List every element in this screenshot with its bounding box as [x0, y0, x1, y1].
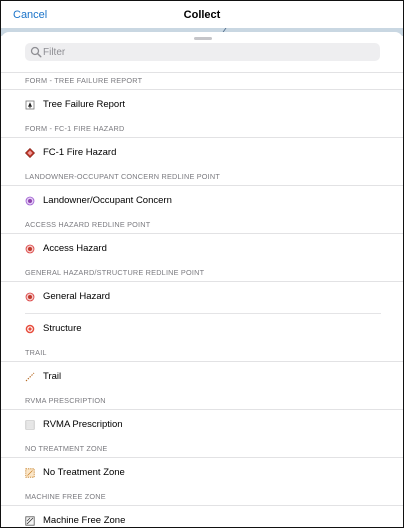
- item-label: Tree Failure Report: [43, 99, 126, 110]
- list-item-trail[interactable]: Trail: [25, 362, 381, 393]
- sheet-grabber-handle[interactable]: [194, 37, 212, 40]
- section-header: TRAIL: [1, 345, 403, 362]
- item-label: RVMA Prescription: [43, 419, 123, 430]
- list-item-tree-failure-report[interactable]: Tree Failure Report: [25, 90, 381, 121]
- feature-sheet: FORM - TREE FAILURE REPORT Tree Failure …: [1, 32, 403, 527]
- page-title: Collect: [183, 9, 221, 21]
- item-label: FC-1 Fire Hazard: [43, 147, 117, 158]
- list-item-machine-free-zone[interactable]: Machine Free Zone: [25, 506, 381, 527]
- list-item-rvma-prescription[interactable]: RVMA Prescription: [25, 410, 381, 441]
- list-item-general-hazard[interactable]: General Hazard: [25, 282, 381, 314]
- list-item-landowner-occupant-concern[interactable]: Landowner/Occupant Concern: [25, 186, 381, 217]
- dashed-polygon-icon: [25, 468, 35, 478]
- feature-template-list: FORM - TREE FAILURE REPORT Tree Failure …: [1, 72, 403, 527]
- item-label: Trail: [43, 371, 62, 382]
- item-label: Structure: [43, 323, 82, 334]
- list-item-fc1-fire-hazard[interactable]: FC-1 Fire Hazard: [25, 138, 381, 169]
- section-header: MACHINE FREE ZONE: [1, 489, 403, 506]
- item-label: No Treatment Zone: [43, 467, 125, 478]
- section-header: FORM - FC-1 FIRE HAZARD: [1, 121, 403, 138]
- search-field[interactable]: [25, 43, 380, 61]
- section-header: ACCESS HAZARD REDLINE POINT: [1, 217, 403, 234]
- section-header: RVMA PRESCRIPTION: [1, 393, 403, 410]
- purple-point-icon: [25, 196, 35, 206]
- list-item-structure[interactable]: Structure: [25, 314, 381, 345]
- red-point-icon: [25, 244, 35, 254]
- hatched-polygon-icon: [25, 420, 35, 430]
- item-label: Machine Free Zone: [43, 515, 126, 526]
- diagonal-polygon-icon: [25, 516, 35, 526]
- tree-failure-report-icon: [25, 100, 35, 110]
- nav-bar: Cancel Collect: [1, 1, 403, 31]
- item-label: Access Hazard: [43, 243, 107, 254]
- section-header: FORM - TREE FAILURE REPORT: [1, 72, 403, 90]
- list-item-no-treatment-zone[interactable]: No Treatment Zone: [25, 458, 381, 489]
- section-header: GENERAL HAZARD/STRUCTURE REDLINE POINT: [1, 265, 403, 282]
- section-header: LANDOWNER-OCCUPANT CONCERN REDLINE POINT: [1, 169, 403, 186]
- item-label: General Hazard: [43, 291, 111, 302]
- list-item-access-hazard[interactable]: Access Hazard: [25, 234, 381, 265]
- red-point-icon: [25, 292, 35, 302]
- search-icon: [30, 46, 42, 58]
- collect-panel: Cancel Collect FORM - TREE FAILURE REPOR…: [0, 0, 404, 528]
- item-label: Landowner/Occupant Concern: [43, 195, 172, 206]
- target-point-icon: [25, 324, 35, 334]
- dashed-line-icon: [25, 372, 35, 382]
- search-input[interactable]: [43, 43, 373, 61]
- fire-hazard-diamond-icon: [25, 148, 35, 158]
- section-header: NO TREATMENT ZONE: [1, 441, 403, 458]
